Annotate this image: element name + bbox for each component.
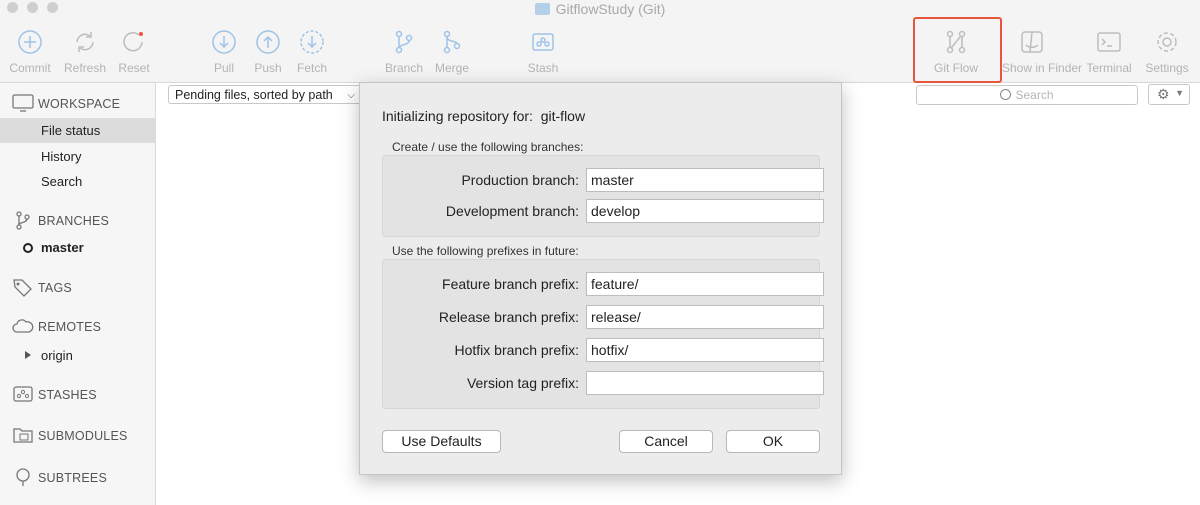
sidebar-remote-origin[interactable]: origin (25, 348, 73, 363)
feature-prefix-field[interactable] (586, 272, 824, 296)
current-branch-icon (23, 243, 33, 253)
sidebar-item-history[interactable]: History (41, 149, 81, 164)
file-filter-select[interactable]: Pending files, sorted by path ⌵ (168, 85, 362, 104)
chevron-down-icon: ▼ (1175, 88, 1184, 98)
git-flow-highlight (913, 17, 1002, 83)
settings-button[interactable]: Settings (1137, 28, 1197, 75)
ok-button[interactable]: OK (726, 430, 820, 453)
stash-icon (513, 28, 573, 56)
version-tag-prefix-label: Version tag prefix: (466, 375, 579, 391)
feature-prefix-label: Feature branch prefix: (442, 276, 579, 292)
sidebar-stashes-heading[interactable]: STASHES (12, 385, 97, 406)
toolbar: GitflowStudy (Git) Commit Refresh Reset … (0, 0, 1200, 83)
disclosure-triangle-icon[interactable] (25, 351, 31, 359)
development-branch-label: Development branch: (445, 203, 579, 219)
stash-icon (12, 385, 34, 406)
repository-name: git-flow (540, 108, 586, 124)
sidebar-branches-heading[interactable]: BRANCHES (12, 210, 109, 233)
tag-icon (12, 277, 34, 300)
terminal-icon (1079, 28, 1139, 56)
search-icon (1000, 89, 1012, 100)
cancel-button[interactable]: Cancel (619, 430, 713, 453)
hotfix-prefix-label: Hotfix branch prefix: (454, 342, 580, 358)
fetch-icon (282, 28, 342, 56)
sidebar-branch-master[interactable]: master (23, 240, 84, 255)
sidebar-workspace-heading[interactable]: WORKSPACE (12, 94, 120, 115)
sidebar: WORKSPACE File status History Search BRA… (0, 83, 156, 505)
sidebar-item-search[interactable]: Search (41, 174, 82, 189)
git-flow-init-dialog: Initializing repository for: git-flow Cr… (359, 82, 842, 475)
chevron-down-icon: ⌵ (347, 90, 355, 101)
terminal-button[interactable]: Terminal (1079, 28, 1139, 75)
sidebar-subtrees-heading[interactable]: SUBTREES (12, 467, 107, 490)
prefixes-group: Feature branch prefix: Release branch pr… (382, 259, 824, 409)
merge-icon (422, 28, 482, 56)
sidebar-tags-heading[interactable]: TAGS (12, 277, 72, 300)
dialog-title: Initializing repository for: git-flow (382, 108, 586, 124)
use-defaults-button[interactable]: Use Defaults (382, 430, 501, 453)
commit-icon (0, 28, 60, 56)
production-branch-field[interactable] (586, 168, 824, 192)
reset-button[interactable]: Reset (104, 28, 164, 75)
version-tag-prefix-field[interactable] (586, 371, 824, 395)
submodule-folder-icon (12, 426, 34, 447)
action-menu-button[interactable]: ⚙ ▼ (1148, 84, 1190, 105)
prefixes-caption: Use the following prefixes in future: (392, 244, 579, 258)
sidebar-remotes-heading[interactable]: REMOTES (12, 318, 101, 337)
stash-button[interactable]: Stash (513, 28, 573, 75)
gear-icon: ⚙ (1157, 86, 1170, 102)
reset-icon (104, 28, 164, 56)
branches-caption: Create / use the following branches: (392, 140, 584, 154)
sidebar-submodules-heading[interactable]: SUBMODULES (12, 426, 128, 447)
sidebar-item-file-status[interactable]: File status (41, 123, 100, 138)
cloud-icon (12, 318, 34, 337)
development-branch-field[interactable] (586, 199, 824, 223)
settings-icon (1137, 28, 1197, 56)
release-prefix-field[interactable] (586, 305, 824, 329)
show-in-finder-button[interactable]: Show in Finder (1002, 28, 1082, 75)
hotfix-prefix-field[interactable] (586, 338, 824, 362)
branch-icon (12, 210, 34, 233)
production-branch-label: Production branch: (461, 172, 579, 188)
search-input[interactable]: Search (916, 85, 1138, 105)
finder-icon (1002, 28, 1062, 56)
release-prefix-label: Release branch prefix: (438, 309, 579, 325)
window-title: GitflowStudy (Git) (0, 0, 1200, 18)
folder-icon (534, 3, 550, 15)
subtree-icon (12, 467, 34, 490)
merge-button[interactable]: Merge (422, 28, 482, 75)
branches-group: Production branch: Development branch: (382, 155, 824, 237)
commit-button[interactable]: Commit (0, 28, 60, 75)
fetch-button[interactable]: Fetch (282, 28, 342, 75)
monitor-icon (12, 94, 34, 115)
